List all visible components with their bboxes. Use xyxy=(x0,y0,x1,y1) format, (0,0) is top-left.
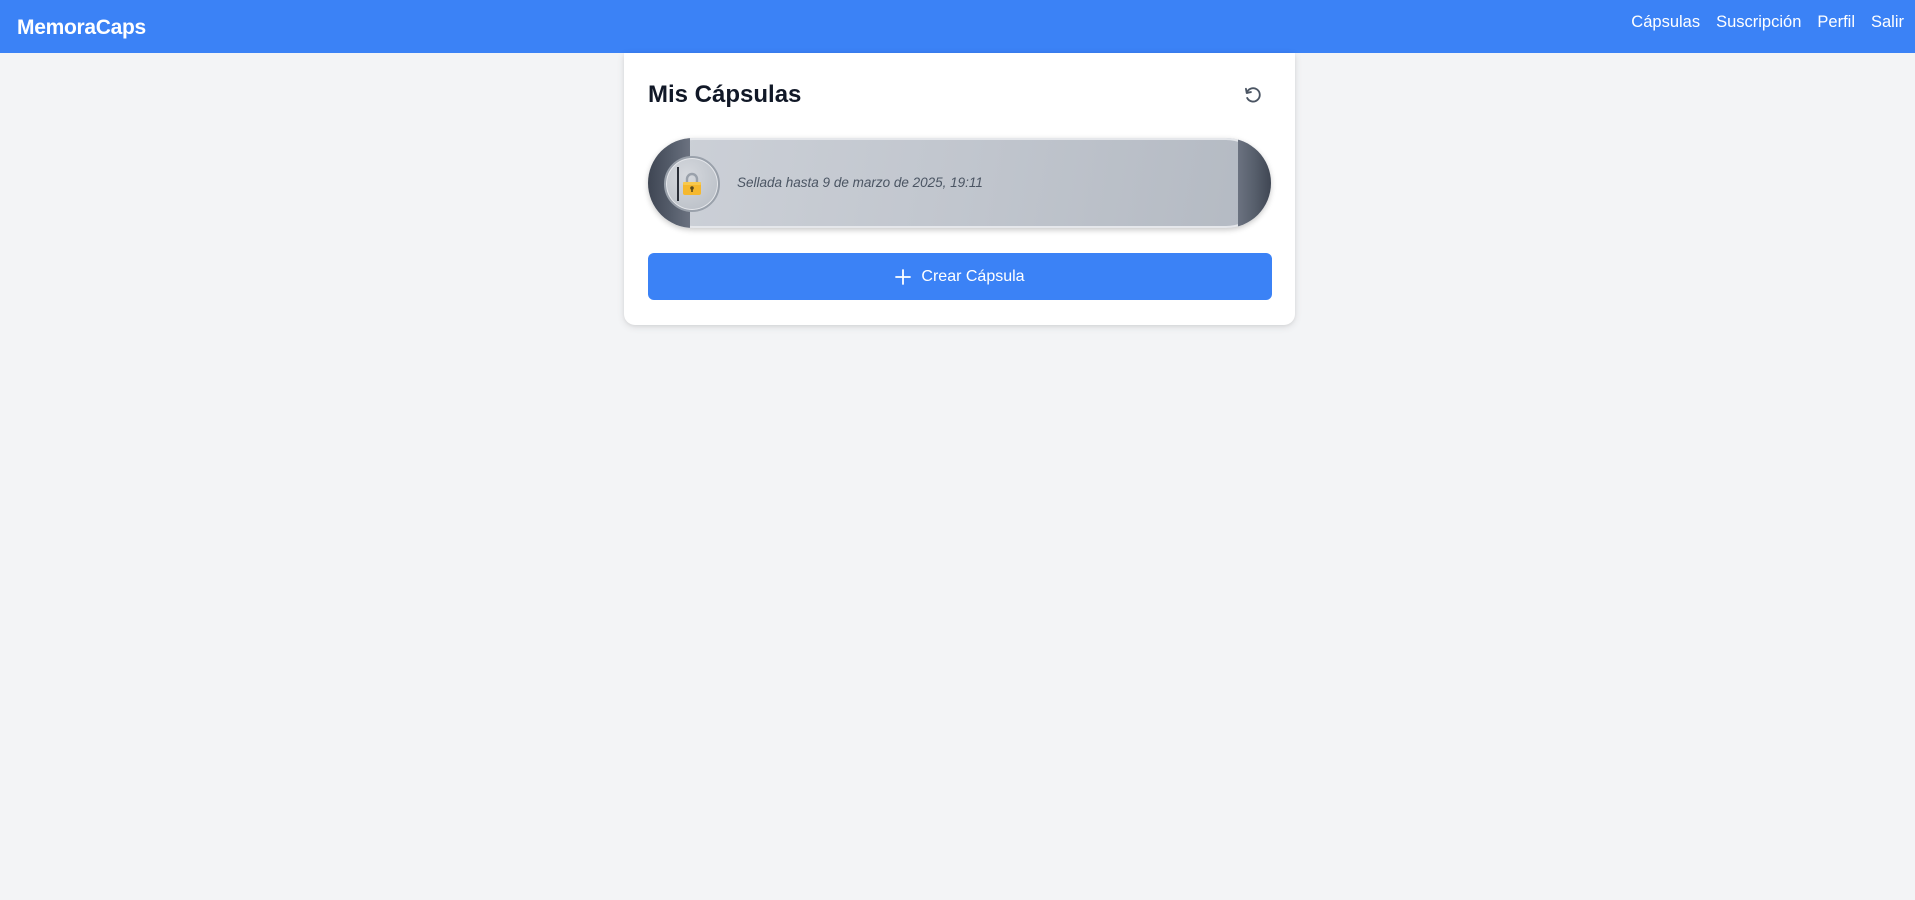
nav-links: Cápsulas Suscripción Perfil Salir xyxy=(1615,0,1915,49)
nav-link-perfil[interactable]: Perfil xyxy=(1817,13,1855,32)
lock-icon xyxy=(683,172,701,195)
refresh-icon xyxy=(1245,87,1261,103)
refresh-button[interactable] xyxy=(1241,83,1265,107)
create-capsule-button[interactable]: Crear Cápsula xyxy=(648,253,1272,300)
create-capsule-label: Crear Cápsula xyxy=(921,267,1025,285)
plus-icon xyxy=(895,268,912,285)
top-navbar: MemoraCaps Cápsulas Suscripción Perfil S… xyxy=(0,0,1915,53)
page-title: Mis Cápsulas xyxy=(648,81,802,108)
capsule-status-text: Sellada hasta 9 de marzo de 2025, 19:11 xyxy=(737,175,983,190)
nav-link-salir[interactable]: Salir xyxy=(1871,13,1904,32)
nav-link-capsulas[interactable]: Cápsulas xyxy=(1631,13,1700,32)
nav-link-suscripcion[interactable]: Suscripción xyxy=(1716,13,1801,32)
lock-badge xyxy=(664,156,720,212)
capsule-right-cap xyxy=(1238,138,1271,228)
capsule-item[interactable]: Sellada hasta 9 de marzo de 2025, 19:11 xyxy=(648,138,1271,228)
capsule-seam xyxy=(677,167,679,201)
capsules-card: Mis Cápsulas Sellada hasta 9 de marzo de… xyxy=(624,53,1295,325)
brand-logo[interactable]: MemoraCaps xyxy=(17,16,146,40)
